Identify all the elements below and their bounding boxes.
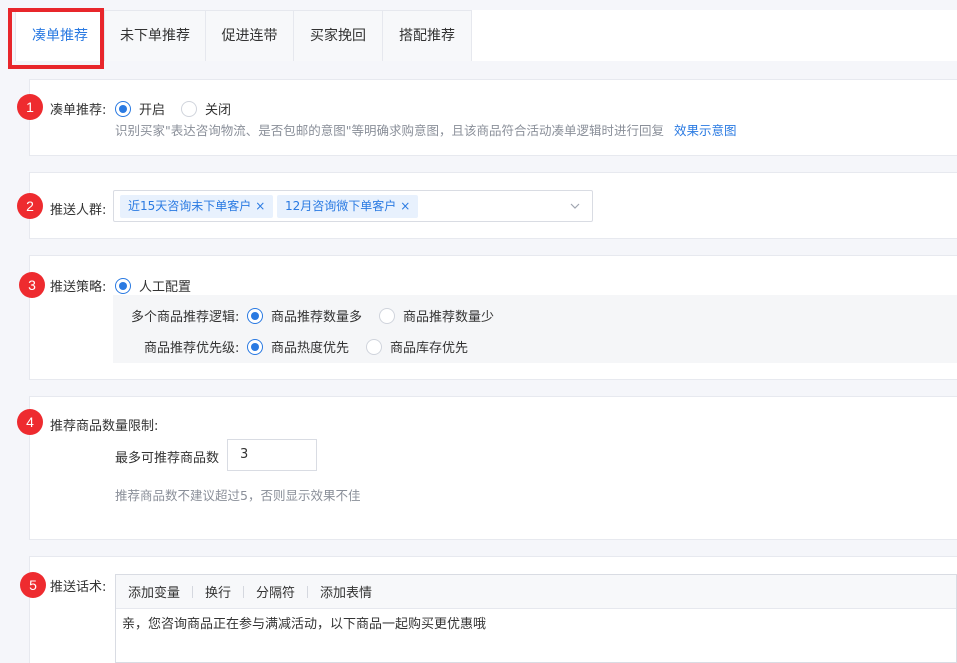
strategy-options-panel <box>113 295 957 363</box>
toolbar-divider <box>243 585 245 598</box>
coudan-description-text: 识别买家"表达咨询物流、是否包邮的意图"等明确求购意图，且该商品符合活动凑单逻辑… <box>115 123 665 138</box>
tag-close-icon[interactable]: × <box>400 199 410 213</box>
radio-enable[interactable]: 开启 <box>115 99 165 118</box>
audience-tag: 12月咨询微下单客户 × <box>277 195 419 218</box>
step-badge-4: 4 <box>17 409 43 435</box>
active-tab-highlight-box <box>8 8 104 69</box>
tab-unordered[interactable]: 未下单推荐 <box>104 10 206 61</box>
section-product-limit <box>29 396 957 540</box>
radio-disable-label: 关闭 <box>205 103 232 118</box>
line-break-button[interactable]: 换行 <box>205 582 231 601</box>
tab-buyer-recovery[interactable]: 买家挽回 <box>293 10 383 61</box>
radio-dot-icon <box>379 307 395 324</box>
step-badge-3: 3 <box>19 272 45 298</box>
separator-button[interactable]: 分隔符 <box>256 582 295 601</box>
product-limit-title: 推荐商品数量限制: <box>50 419 159 434</box>
radio-manual-config-label: 人工配置 <box>139 280 192 295</box>
radio-dot-icon <box>181 100 197 117</box>
effect-demo-link[interactable]: 效果示意图 <box>674 123 737 138</box>
script-label: 推送话术: <box>50 580 107 595</box>
radio-dot-icon <box>247 338 263 355</box>
step-badge-2: 2 <box>17 193 43 219</box>
toolbar-divider <box>192 585 194 598</box>
add-emoji-button[interactable]: 添加表情 <box>320 582 372 601</box>
radio-priority-stock-label: 商品库存优先 <box>390 341 469 356</box>
tab-cross-sell[interactable]: 促进连带 <box>205 10 294 61</box>
logic-label: 多个商品推荐逻辑: <box>131 310 240 325</box>
max-products-label: 最多可推荐商品数 <box>115 451 220 466</box>
radio-logic-less-label: 商品推荐数量少 <box>403 310 495 325</box>
product-limit-hint: 推荐商品数不建议超过5，否则显示效果不佳 <box>115 488 361 503</box>
tag-close-icon[interactable]: × <box>255 199 265 213</box>
radio-logic-more-label: 商品推荐数量多 <box>271 310 363 325</box>
radio-priority-hot-label: 商品热度优先 <box>271 341 350 356</box>
radio-priority-stock[interactable]: 商品库存优先 <box>366 337 468 356</box>
section-coudan-toggle <box>29 79 957 156</box>
script-editor: 添加变量 换行 分隔符 添加表情 亲，您咨询商品正在参与满减活动，以下商品一起购… <box>115 574 957 663</box>
audience-tag-label: 12月咨询微下单客户 <box>285 199 397 213</box>
tab-bundle[interactable]: 搭配推荐 <box>382 10 472 61</box>
coudan-label: 凑单推荐: <box>50 103 107 118</box>
audience-multiselect[interactable]: 近15天咨询未下单客户 × 12月咨询微下单客户 × <box>113 190 593 222</box>
radio-dot-icon <box>115 100 131 117</box>
radio-disable[interactable]: 关闭 <box>181 99 231 118</box>
chevron-down-icon[interactable] <box>570 201 580 211</box>
priority-label: 商品推荐优先级: <box>144 341 240 356</box>
radio-priority-hot[interactable]: 商品热度优先 <box>247 337 349 356</box>
coudan-description: 识别买家"表达咨询物流、是否包邮的意图"等明确求购意图，且该商品符合活动凑单逻辑… <box>115 120 737 139</box>
radio-manual-config[interactable]: 人工配置 <box>115 276 191 295</box>
radio-logic-less[interactable]: 商品推荐数量少 <box>379 306 494 325</box>
script-textarea[interactable]: 亲，您咨询商品正在参与满减活动，以下商品一起购买更优惠哦 <box>116 609 956 636</box>
audience-label: 推送人群: <box>50 203 107 218</box>
radio-dot-icon <box>366 338 382 355</box>
radio-logic-more[interactable]: 商品推荐数量多 <box>247 306 362 325</box>
strategy-label: 推送策略: <box>50 280 107 295</box>
step-badge-5: 5 <box>20 572 46 598</box>
radio-dot-icon <box>115 277 131 294</box>
max-products-input[interactable]: 3 <box>227 439 317 471</box>
editor-toolbar: 添加变量 换行 分隔符 添加表情 <box>116 575 956 609</box>
toolbar-divider <box>307 585 309 598</box>
audience-tag: 近15天咨询未下单客户 × <box>120 195 274 218</box>
audience-tag-label: 近15天咨询未下单客户 <box>128 199 252 213</box>
radio-enable-label: 开启 <box>139 103 166 118</box>
step-badge-1: 1 <box>17 94 43 120</box>
add-variable-button[interactable]: 添加变量 <box>128 582 180 601</box>
radio-dot-icon <box>247 307 263 324</box>
